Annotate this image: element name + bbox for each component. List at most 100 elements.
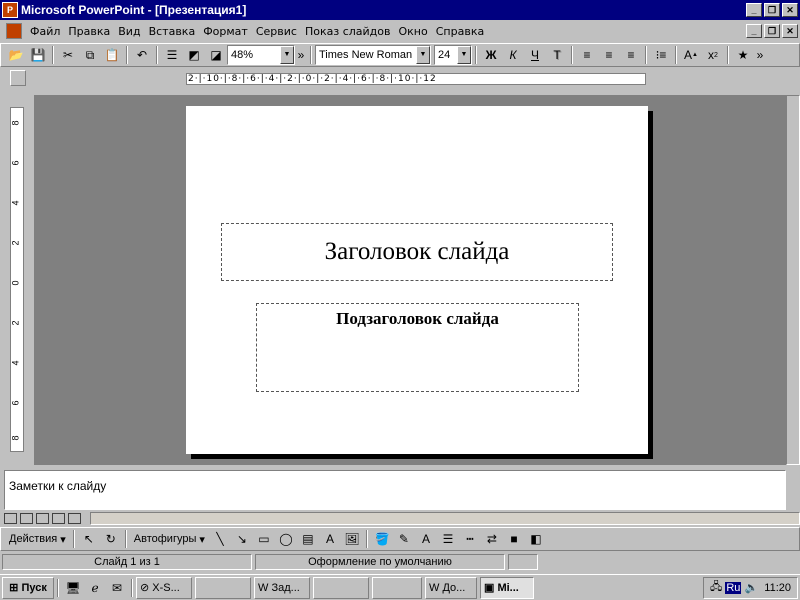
language-indicator[interactable]: Ru bbox=[725, 581, 742, 594]
chevron-down-icon[interactable]: ▼ bbox=[457, 46, 471, 64]
horizontal-ruler[interactable]: 2·|·10·|·8·|·6·|·4·|·2·|·0·|·2·|·4·|·6·|… bbox=[186, 73, 646, 85]
powerpoint-icon[interactable]: P bbox=[2, 2, 18, 18]
doc-close-button[interactable]: ✕ bbox=[782, 24, 798, 38]
fill-color-icon[interactable]: 🪣 bbox=[371, 529, 393, 549]
normal-view-icon[interactable] bbox=[4, 512, 17, 524]
ie-icon[interactable]: ℯ bbox=[84, 578, 106, 598]
increase-font-button[interactable]: A ▲ bbox=[680, 45, 702, 65]
subtitle-placeholder[interactable]: Подзаголовок слайда bbox=[256, 303, 579, 392]
menu-slideshow[interactable]: Показ слайдов bbox=[301, 25, 395, 38]
close-button[interactable]: ✕ bbox=[782, 3, 798, 17]
italic-button[interactable]: К bbox=[502, 45, 524, 65]
taskbar-item-4[interactable] bbox=[313, 576, 369, 599]
cut-icon[interactable]: ✂ bbox=[57, 45, 79, 65]
paste-icon[interactable]: 📋 bbox=[101, 45, 123, 65]
channels-icon[interactable]: ✉ bbox=[106, 578, 128, 598]
status-extra bbox=[508, 554, 538, 570]
font-color-icon[interactable]: A bbox=[415, 529, 437, 549]
menu-edit[interactable]: Правка bbox=[64, 25, 114, 38]
minimize-button[interactable]: _ bbox=[746, 3, 762, 17]
font-value: Times New Roman bbox=[319, 49, 413, 61]
more-icon[interactable]: » bbox=[754, 45, 766, 65]
font-select[interactable]: Times New Roman ▼ bbox=[315, 45, 431, 65]
status-slide: Слайд 1 из 1 bbox=[2, 554, 252, 570]
slide-sorter-icon[interactable] bbox=[52, 512, 65, 524]
more-icon[interactable]: » bbox=[295, 45, 307, 65]
bold-button[interactable]: Ж bbox=[480, 45, 502, 65]
shadow-icon[interactable]: ■ bbox=[503, 529, 525, 549]
menu-file[interactable]: Файл bbox=[26, 25, 64, 38]
title-placeholder[interactable]: Заголовок слайда bbox=[221, 223, 613, 281]
select-arrow-icon[interactable]: ↖ bbox=[78, 529, 100, 549]
arrow-style-icon[interactable]: ⇄ bbox=[481, 529, 503, 549]
rotate-icon[interactable]: ↻ bbox=[100, 529, 122, 549]
network-icon[interactable]: 🖧 bbox=[710, 578, 722, 597]
doc-restore-button[interactable]: ❐ bbox=[764, 24, 780, 38]
dash-style-icon[interactable]: ┅ bbox=[459, 529, 481, 549]
slideshow-icon[interactable] bbox=[68, 512, 81, 524]
outline-view-icon[interactable] bbox=[20, 512, 33, 524]
taskbar-item-powerpoint[interactable]: ▣ Mi... bbox=[480, 576, 534, 599]
line-color-icon[interactable]: ✎ bbox=[393, 529, 415, 549]
taskbar-item-3-label: Зад... bbox=[271, 581, 300, 594]
menu-insert[interactable]: Вставка bbox=[145, 25, 200, 38]
size-select[interactable]: 24 ▼ bbox=[434, 45, 472, 65]
save-icon[interactable]: 💾 bbox=[27, 45, 49, 65]
slide-canvas[interactable]: Заголовок слайда Подзаголовок слайда bbox=[186, 106, 648, 454]
rectangle-icon[interactable]: ▭ bbox=[253, 529, 275, 549]
grayscale-icon[interactable]: ◩ bbox=[183, 45, 205, 65]
horizontal-scrollbar[interactable] bbox=[90, 511, 800, 525]
textbox-icon[interactable]: ▤ bbox=[297, 529, 319, 549]
line-icon[interactable]: ╲ bbox=[209, 529, 231, 549]
taskbar-item-3[interactable]: W Зад... bbox=[254, 576, 310, 599]
decrease-font-button[interactable]: x2 bbox=[702, 45, 724, 65]
restore-button[interactable]: ❐ bbox=[764, 3, 780, 17]
document-icon[interactable] bbox=[6, 23, 22, 39]
autoshapes-menu[interactable]: Автофигуры ▾ bbox=[130, 529, 209, 549]
zoom-value: 48% bbox=[231, 49, 254, 61]
wordart-icon[interactable]: A bbox=[319, 529, 341, 549]
shadow-button[interactable]: Т bbox=[546, 45, 568, 65]
menu-help[interactable]: Справка bbox=[432, 25, 488, 38]
slide-view-icon[interactable] bbox=[36, 512, 49, 524]
taskbar-item-2[interactable] bbox=[195, 576, 251, 599]
start-button[interactable]: ⊞ Пуск bbox=[2, 576, 54, 599]
bullets-icon[interactable]: ⁝≡ bbox=[650, 45, 672, 65]
taskbar-item-1-label: X-S... bbox=[152, 581, 180, 594]
color-icon[interactable]: ◪ bbox=[205, 45, 227, 65]
chevron-down-icon[interactable]: ▼ bbox=[416, 46, 430, 64]
vertical-ruler[interactable]: 864202468 bbox=[10, 107, 24, 452]
taskbar-item-6[interactable]: W До... bbox=[425, 576, 477, 599]
vertical-scrollbar[interactable] bbox=[786, 95, 800, 465]
menu-tools[interactable]: Сервис bbox=[252, 25, 301, 38]
chevron-down-icon[interactable]: ▼ bbox=[280, 46, 294, 64]
copy-icon[interactable]: ⧉ bbox=[79, 45, 101, 65]
animation-star-icon[interactable]: ★ bbox=[732, 45, 754, 65]
volume-icon[interactable]: 🔈 bbox=[744, 581, 758, 594]
menu-view[interactable]: Вид bbox=[114, 25, 144, 38]
taskbar-item-5[interactable] bbox=[372, 576, 422, 599]
underline-button[interactable]: Ч bbox=[524, 45, 546, 65]
menu-format[interactable]: Формат bbox=[199, 25, 252, 38]
clipart-icon[interactable]: 🖼 bbox=[341, 529, 363, 549]
open-icon[interactable]: 📂 bbox=[5, 45, 27, 65]
clock[interactable]: 11:20 bbox=[764, 582, 791, 594]
align-right-icon[interactable]: ≡ bbox=[620, 45, 642, 65]
taskbar-item-1[interactable]: ⊘ X-S... bbox=[136, 576, 192, 599]
undo-icon[interactable]: ↶ bbox=[131, 45, 153, 65]
actions-menu[interactable]: Действия ▾ bbox=[5, 529, 70, 549]
align-left-icon[interactable]: ≡ bbox=[576, 45, 598, 65]
table-icon[interactable]: ☰ bbox=[161, 45, 183, 65]
notes-pane[interactable]: Заметки к слайду bbox=[4, 470, 786, 510]
desktop-icon[interactable]: 🖥 bbox=[62, 578, 84, 598]
arrow-icon[interactable]: ↘ bbox=[231, 529, 253, 549]
3d-icon[interactable]: ◧ bbox=[525, 529, 547, 549]
align-center-icon[interactable]: ≡ bbox=[598, 45, 620, 65]
zoom-select[interactable]: 48% ▼ bbox=[227, 45, 295, 65]
oval-icon[interactable]: ◯ bbox=[275, 529, 297, 549]
doc-minimize-button[interactable]: _ bbox=[746, 24, 762, 38]
line-style-icon[interactable]: ☰ bbox=[437, 529, 459, 549]
menu-window[interactable]: Окно bbox=[395, 25, 432, 38]
notes-scrollbar[interactable] bbox=[786, 470, 800, 510]
system-tray: 🖧 Ru 🔈 11:20 bbox=[703, 576, 798, 599]
